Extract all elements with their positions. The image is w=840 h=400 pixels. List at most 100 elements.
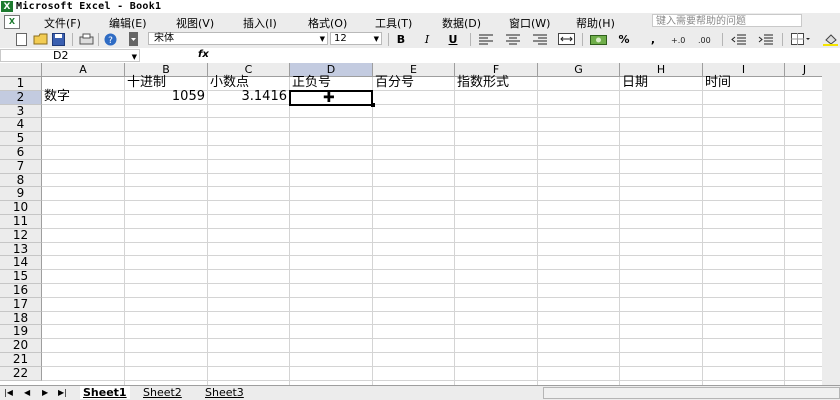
cell-f1[interactable]: 指数形式 <box>457 76 535 90</box>
column-header[interactable]: G <box>538 63 620 77</box>
align-center-icon[interactable] <box>505 32 521 46</box>
row-header[interactable]: 6 <box>0 146 42 160</box>
italic-button[interactable]: I <box>420 32 434 46</box>
row-header[interactable]: 10 <box>0 201 42 215</box>
row-header[interactable]: 8 <box>0 173 42 188</box>
row-header[interactable]: 4 <box>0 118 42 133</box>
gridline <box>42 324 822 326</box>
row-header[interactable]: 5 <box>0 132 42 146</box>
row-header[interactable]: 3 <box>0 104 42 119</box>
menu-item[interactable]: 编辑(E) <box>107 15 149 31</box>
bold-button[interactable]: B <box>394 32 408 46</box>
help-icon[interactable]: ? <box>103 32 117 46</box>
worksheet-grid[interactable]: A B C D E F G H I J 1 2 3 4 5 6 7 8 9 10 11 12 13 14 15 16 17 18 19 2… <box>0 63 840 385</box>
row-header[interactable]: 12 <box>0 228 42 243</box>
cell-h1[interactable]: 日期 <box>622 76 700 90</box>
menu-item[interactable]: 帮助(H) <box>574 15 617 31</box>
menu-item[interactable]: 工具(T) <box>373 15 414 31</box>
sheet-tab-bar: |◀ ◀ ▶ ▶| Sheet1 Sheet2 Sheet3 <box>0 385 840 400</box>
decrease-indent-icon[interactable] <box>730 32 746 46</box>
toolbar-overflow-icon[interactable] <box>128 32 138 46</box>
row-header[interactable]: 20 <box>0 339 42 353</box>
percent-style-button[interactable]: % <box>617 32 631 46</box>
currency-style-icon[interactable] <box>589 32 607 46</box>
select-all-corner[interactable] <box>0 63 42 77</box>
decrease-decimal-icon[interactable]: .00 <box>697 32 717 46</box>
chevron-down-icon: ▼ <box>373 35 379 43</box>
column-header[interactable]: A <box>42 63 125 77</box>
next-sheet-icon[interactable]: ▶ <box>42 388 48 397</box>
first-sheet-icon[interactable]: |◀ <box>4 388 13 397</box>
formula-input[interactable] <box>214 49 840 62</box>
excel-app-icon[interactable]: X <box>1 1 13 12</box>
help-search-input[interactable]: 键入需要帮助的问题 <box>652 14 802 27</box>
chevron-down-icon: ▼ <box>319 35 325 43</box>
cell-b1[interactable]: 十进制 <box>127 76 205 90</box>
align-right-icon[interactable] <box>532 32 548 46</box>
cell-b2[interactable]: 1059 <box>127 89 205 104</box>
row-header[interactable]: 17 <box>0 297 42 312</box>
column-header[interactable]: J <box>785 63 825 77</box>
row-header[interactable]: 22 <box>0 366 42 381</box>
sheet-tab[interactable]: Sheet3 <box>202 386 247 399</box>
font-name-select[interactable]: 宋体 ▼ <box>148 32 328 45</box>
last-sheet-icon[interactable]: ▶| <box>58 388 67 397</box>
row-header[interactable]: 9 <box>0 187 42 202</box>
row-header[interactable]: 7 <box>0 159 42 174</box>
cell-d1[interactable]: 正负号 <box>292 76 370 90</box>
cell-c2[interactable]: 3.1416 <box>210 89 288 104</box>
sheet-tab[interactable]: Sheet2 <box>140 386 185 399</box>
cell-a2[interactable]: 数字 <box>44 89 122 104</box>
increase-indent-icon[interactable] <box>757 32 773 46</box>
menu-item[interactable]: 数据(D) <box>440 15 483 31</box>
font-size-select[interactable]: 12 ▼ <box>330 32 382 45</box>
row-header[interactable]: 2 <box>0 90 42 105</box>
window-title: Microsoft Excel - Book1 <box>16 1 162 12</box>
name-box[interactable]: D2 ▼ <box>0 49 140 62</box>
cell-e1[interactable]: 百分号 <box>375 76 452 90</box>
row-header[interactable]: 18 <box>0 311 42 326</box>
svg-text:+.0: +.0 <box>671 36 685 45</box>
align-left-icon[interactable] <box>478 32 494 46</box>
chevron-down-icon: ▼ <box>131 53 137 61</box>
menu-item[interactable]: 文件(F) <box>42 15 83 31</box>
open-folder-icon[interactable] <box>32 32 48 46</box>
vertical-scrollbar[interactable] <box>822 63 840 385</box>
row-header[interactable]: 14 <box>0 256 42 271</box>
row-header[interactable]: 1 <box>0 77 42 91</box>
sheet-tab[interactable]: Sheet1 <box>80 386 130 399</box>
increase-decimal-icon[interactable]: +.0 <box>670 32 690 46</box>
row-header[interactable]: 19 <box>0 325 42 340</box>
cell-cursor-icon: ✚ <box>323 89 335 106</box>
comma-style-button[interactable]: , <box>648 32 658 46</box>
cell-i1[interactable]: 时间 <box>705 76 782 90</box>
prev-sheet-icon[interactable]: ◀ <box>24 388 30 397</box>
menu-item[interactable]: 窗口(W) <box>507 15 552 31</box>
cell-c1[interactable]: 小数点 <box>210 76 287 90</box>
underline-button[interactable]: U <box>446 32 460 46</box>
save-icon[interactable] <box>51 32 65 46</box>
horizontal-scrollbar[interactable] <box>543 387 840 399</box>
row-header[interactable]: 16 <box>0 284 42 298</box>
gridline <box>42 200 822 202</box>
new-document-icon[interactable] <box>14 32 28 46</box>
row-header[interactable]: 21 <box>0 353 42 367</box>
menu-item[interactable]: 插入(I) <box>241 15 279 31</box>
fx-icon[interactable]: fx <box>198 49 209 60</box>
menu-item[interactable]: 视图(V) <box>174 15 216 31</box>
row-header[interactable]: 13 <box>0 242 42 257</box>
gridline <box>42 269 822 271</box>
gridline <box>42 338 822 340</box>
gridline <box>42 283 822 284</box>
borders-icon[interactable] <box>790 32 810 46</box>
merge-center-icon[interactable] <box>557 32 575 46</box>
row-header[interactable]: 15 <box>0 270 42 284</box>
svg-text:?: ? <box>108 36 113 46</box>
fill-handle[interactable] <box>371 102 375 107</box>
fill-color-icon[interactable] <box>822 32 838 46</box>
menu-item[interactable]: 格式(O) <box>306 15 349 31</box>
gridline <box>42 255 822 257</box>
gridline <box>42 158 822 160</box>
print-icon[interactable] <box>78 32 94 46</box>
row-header[interactable]: 11 <box>0 215 42 229</box>
